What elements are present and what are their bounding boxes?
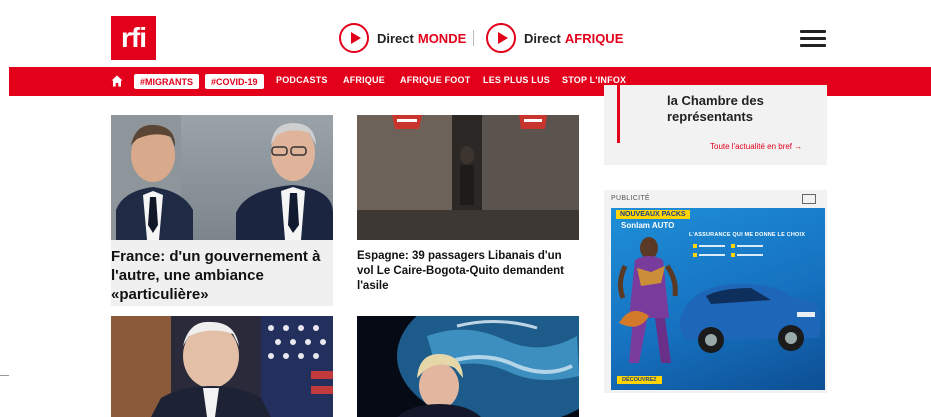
direct-afrique-button[interactable]: Direct AFRIQUE: [486, 21, 623, 55]
ad-banner[interactable]: NOUVEAUX PACKS Sonlam AUTO L'ASSURANCE Q…: [611, 208, 825, 390]
brief-more-link[interactable]: Toute l'actualité en bref →: [710, 142, 802, 151]
nav-link-les-plus-lus[interactable]: LES PLUS LUS: [483, 75, 550, 85]
nav-link-podcasts[interactable]: PODCASTS: [276, 75, 328, 85]
direct-region: AFRIQUE: [564, 30, 624, 46]
home-icon[interactable]: [111, 75, 123, 87]
page-edge-marker: [0, 375, 9, 376]
nav-link-afrique-foot[interactable]: AFRIQUE FOOT: [400, 75, 470, 85]
play-icon: [486, 23, 516, 53]
divider: [473, 30, 474, 46]
nav-link-stop-infox[interactable]: STOP L'INFOX: [562, 75, 626, 85]
ad-cta-button[interactable]: DÉCOUVREZ: [617, 376, 662, 384]
brief-accent-bar: [617, 85, 620, 143]
article-headline-france[interactable]: France: d'un gouvernement à l'autre, une…: [111, 247, 333, 304]
article-image-biden[interactable]: [111, 316, 333, 417]
ad-info-icon[interactable]: [802, 194, 816, 204]
rfi-logo[interactable]: rfi: [111, 16, 156, 60]
direct-monde-button[interactable]: Direct MONDE: [339, 21, 466, 55]
play-icon: [339, 23, 369, 53]
direct-label: Direct: [377, 30, 414, 46]
article-image-johnson[interactable]: [357, 316, 579, 417]
direct-region: MONDE: [417, 30, 467, 46]
news-brief-panel: la Chambre des représentants Toute l'act…: [604, 85, 827, 165]
site-header: rfi Direct MONDE Direct AFRIQUE: [0, 0, 931, 66]
article-image-france[interactable]: [111, 115, 333, 240]
nav-tag-migrants[interactable]: #MIGRANTS: [134, 74, 200, 89]
article-headline-espagne[interactable]: Espagne: 39 passagers Libanais d'un vol …: [357, 249, 572, 294]
nav-link-afrique[interactable]: AFRIQUE: [343, 75, 385, 85]
direct-label: Direct: [524, 30, 561, 46]
brief-text[interactable]: la Chambre des représentants: [667, 93, 817, 125]
ad-illustration: [617, 237, 821, 363]
menu-icon[interactable]: [800, 30, 826, 48]
article-image-espagne[interactable]: [357, 115, 579, 240]
nav-tag-covid[interactable]: #COVID-19: [205, 74, 264, 89]
ad-label: PUBLICITÉ: [611, 195, 650, 202]
advertisement: PUBLICITÉ NOUVEAUX PACKS Sonlam AUTO L'A…: [604, 190, 827, 393]
